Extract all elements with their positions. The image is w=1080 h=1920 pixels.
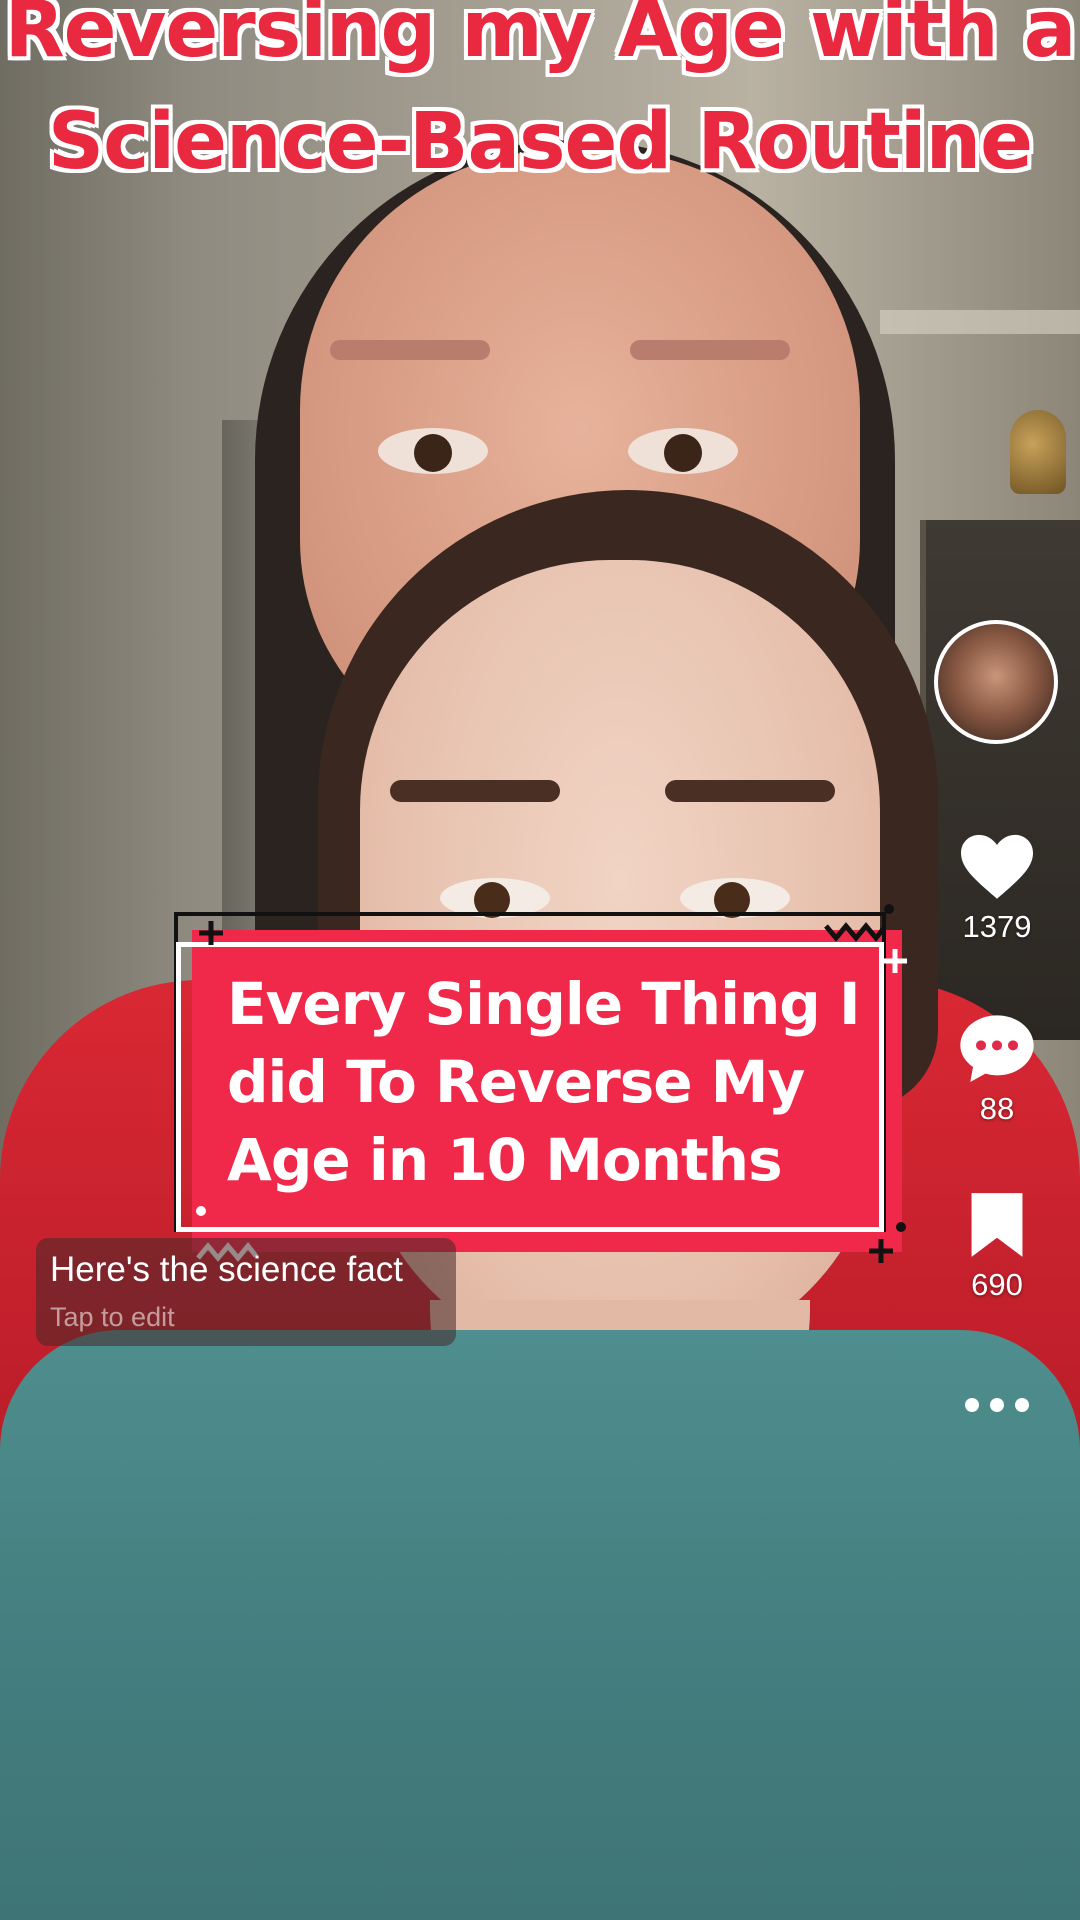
- front-face-eye-left: [440, 878, 550, 918]
- bookmark-icon: [971, 1193, 1023, 1257]
- video-title-line-1: Reversing my Age with a: [4, 0, 1077, 75]
- top-face-brow-left: [330, 340, 490, 360]
- video-title-line-2: Science-Based Routine: [47, 97, 1033, 187]
- sticker-plus-decoration-icon: [199, 921, 223, 945]
- sticker-dot-decoration: [884, 904, 894, 914]
- creator-avatar[interactable]: [934, 620, 1058, 744]
- front-face-brow-left: [390, 780, 560, 802]
- front-face-eye-right: [680, 878, 790, 918]
- sticker-dot-decoration: [196, 1206, 206, 1216]
- like-button[interactable]: 1379: [937, 830, 1057, 945]
- heart-icon: [961, 834, 1033, 899]
- save-count: 690: [971, 1267, 1023, 1302]
- background-lamp: [1010, 410, 1066, 494]
- sticker-plus-decoration-icon: [883, 949, 907, 973]
- caption-tap-to-edit[interactable]: Tap to edit: [50, 1302, 175, 1333]
- sticker-plus-decoration-icon: [869, 1239, 893, 1263]
- comment-button[interactable]: 88: [937, 1010, 1057, 1127]
- background-shelf: [880, 310, 1080, 334]
- sticker-text: Every Single Thing I did To Reverse My A…: [227, 970, 861, 1194]
- top-face-brow-right: [630, 340, 790, 360]
- save-button[interactable]: 690: [937, 1190, 1057, 1303]
- sticker-dot-decoration: [896, 1222, 906, 1232]
- comment-bubble-icon: [960, 1015, 1034, 1082]
- sticker-zigzag-decoration-icon: [824, 922, 886, 942]
- comment-count: 88: [979, 1091, 1015, 1126]
- caption-text[interactable]: Here's the science fact: [50, 1250, 460, 1290]
- background-cabinet: [920, 520, 1080, 1040]
- more-dots-icon[interactable]: [962, 1395, 1032, 1415]
- video-title-overlay: Reversing my Age with a Science-Based Ro…: [0, 0, 1080, 198]
- front-face-brow-right: [665, 780, 835, 802]
- top-face-eye-right: [628, 428, 738, 474]
- teal-shirt: [0, 1330, 1080, 1920]
- top-face-eye-left: [378, 428, 488, 474]
- like-count: 1379: [962, 909, 1032, 944]
